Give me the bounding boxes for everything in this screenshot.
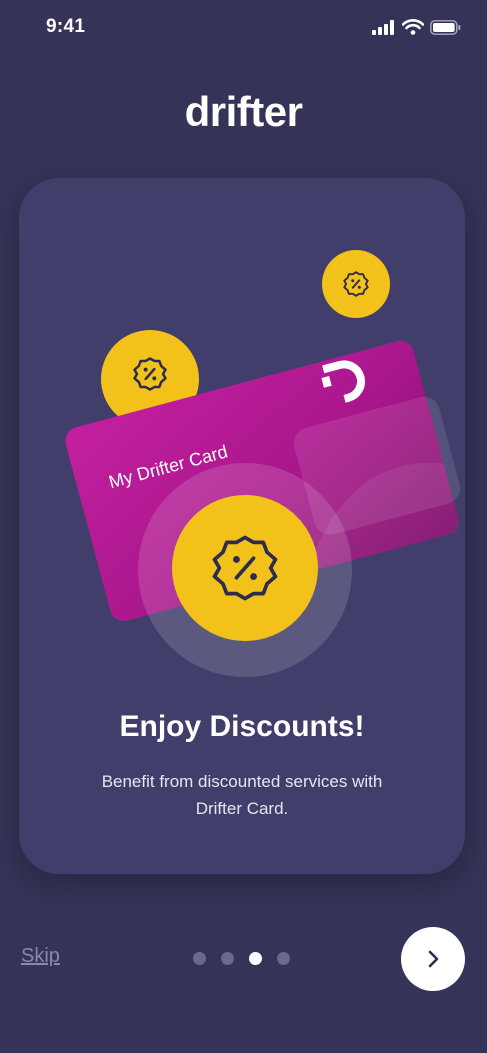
pagination-dots bbox=[193, 952, 290, 965]
app-logo: drifter bbox=[184, 88, 303, 135]
onboarding-card: My Drifter Card Enjoy Discounts! Benefit… bbox=[19, 178, 465, 874]
page-dot-3[interactable] bbox=[249, 952, 262, 965]
page-dot-4[interactable] bbox=[277, 952, 290, 965]
wifi-icon bbox=[402, 19, 424, 35]
status-bar: 9:41 bbox=[0, 0, 487, 60]
next-button[interactable] bbox=[401, 927, 465, 991]
status-icons bbox=[372, 19, 461, 35]
discount-illustration: My Drifter Card bbox=[65, 250, 461, 677]
small-discount-badge bbox=[322, 250, 390, 318]
skip-link[interactable]: Skip bbox=[21, 945, 60, 968]
chevron-right-icon bbox=[428, 950, 439, 968]
onboarding-description: Benefit from discounted services with Dr… bbox=[101, 772, 383, 818]
page-dot-2[interactable] bbox=[221, 952, 234, 965]
status-time: 9:41 bbox=[46, 16, 86, 37]
main-discount-badge bbox=[172, 495, 318, 641]
page-dot-1[interactable] bbox=[193, 952, 206, 965]
onboarding-title: Enjoy Discounts! bbox=[119, 710, 365, 743]
signal-icon bbox=[372, 19, 394, 35]
battery-icon bbox=[430, 19, 461, 35]
